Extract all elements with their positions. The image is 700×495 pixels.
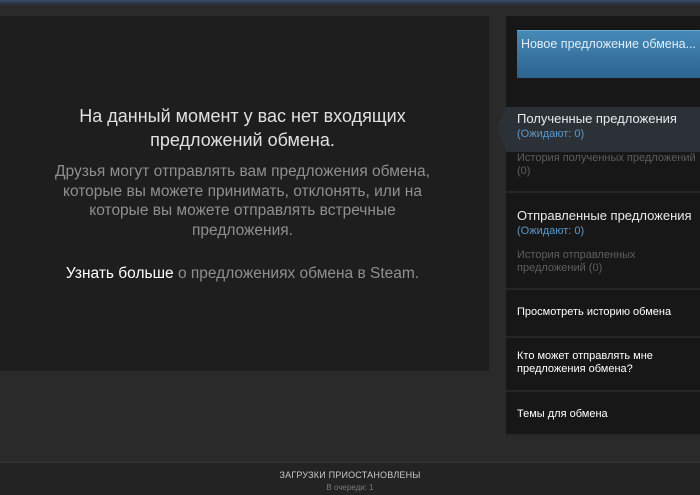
- empty-state-description: Друзья могут отправлять вам предложения …: [55, 163, 430, 239]
- sidebar-divider: [506, 434, 700, 436]
- received-offers-pending: (Ожидают: 0): [517, 128, 585, 140]
- learn-more-link[interactable]: Узнать больше: [66, 265, 174, 282]
- trade-offers-main-panel: На данный момент у вас нет входящих пред…: [0, 16, 489, 371]
- who-can-send-offers-link[interactable]: Кто может отправлять мне предложения обм…: [517, 350, 697, 376]
- sidebar-divider: [506, 390, 700, 392]
- learn-more-line: Узнать больше о предложениях обмена в St…: [20, 264, 465, 284]
- trade-offers-sidebar: Новое предложение обмена... Полученные п…: [497, 16, 700, 436]
- sent-offers-title[interactable]: Отправленные предложения: [517, 208, 692, 224]
- downloads-queue-count: В очереди: 1: [326, 483, 374, 492]
- trade-topics-link[interactable]: Темы для обмена: [517, 408, 697, 421]
- new-trade-offer-button[interactable]: Новое предложение обмена...: [517, 30, 700, 78]
- trade-history-link[interactable]: Просмотреть историю обмена: [517, 306, 697, 319]
- sidebar-divider: [506, 191, 700, 193]
- downloads-status-text: ЗАГРУЗКИ ПРИОСТАНОВЛЕНЫ: [279, 470, 421, 480]
- sidebar-divider: [506, 336, 700, 338]
- received-offers-history-link[interactable]: История полученных предложений (0): [517, 152, 697, 178]
- sent-offers-pending: (Ожидают: 0): [517, 225, 585, 237]
- learn-more-suffix: о предложениях обмена в Steam.: [173, 265, 420, 282]
- received-offers-title[interactable]: Полученные предложения: [517, 111, 677, 127]
- sidebar-divider: [506, 288, 700, 290]
- top-header-strip: [0, 0, 700, 6]
- sent-offers-history-link[interactable]: История отправленных предложений (0): [517, 249, 697, 275]
- downloads-status-bar[interactable]: ЗАГРУЗКИ ПРИОСТАНОВЛЕНЫ В очереди: 1: [0, 462, 700, 495]
- empty-state-title: На данный момент у вас нет входящих пред…: [79, 106, 406, 150]
